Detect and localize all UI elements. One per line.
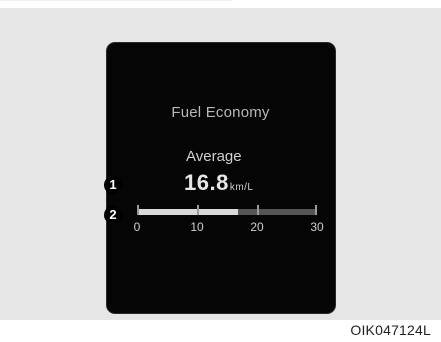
gauge-tick-30 — [315, 205, 317, 215]
top-rule — [0, 0, 232, 1]
tick-label-30: 30 — [310, 220, 324, 234]
gauge-tick-10 — [197, 205, 199, 215]
gauge-tick-20 — [257, 205, 259, 215]
average-value: 16.8km/L — [184, 170, 254, 196]
callout-marker-1: 1 — [104, 176, 122, 194]
average-number: 16.8 — [184, 170, 229, 195]
fuel-economy-bar-fill — [137, 209, 238, 215]
average-label: Average — [186, 148, 242, 165]
average-unit: km/L — [229, 182, 254, 193]
gauge-tick-0 — [137, 205, 139, 215]
fuel-economy-bar — [137, 205, 317, 215]
callout-marker-2: 2 — [104, 206, 122, 224]
tick-label-20: 20 — [250, 220, 264, 234]
fuel-economy-title: Fuel Economy — [171, 104, 270, 121]
tick-label-10: 10 — [190, 220, 204, 234]
figure: Fuel Economy Average 16.8km/L 1 2 0 10 2… — [0, 0, 441, 342]
figure-code: OIK047124L — [350, 322, 431, 338]
tick-label-0: 0 — [133, 220, 141, 234]
